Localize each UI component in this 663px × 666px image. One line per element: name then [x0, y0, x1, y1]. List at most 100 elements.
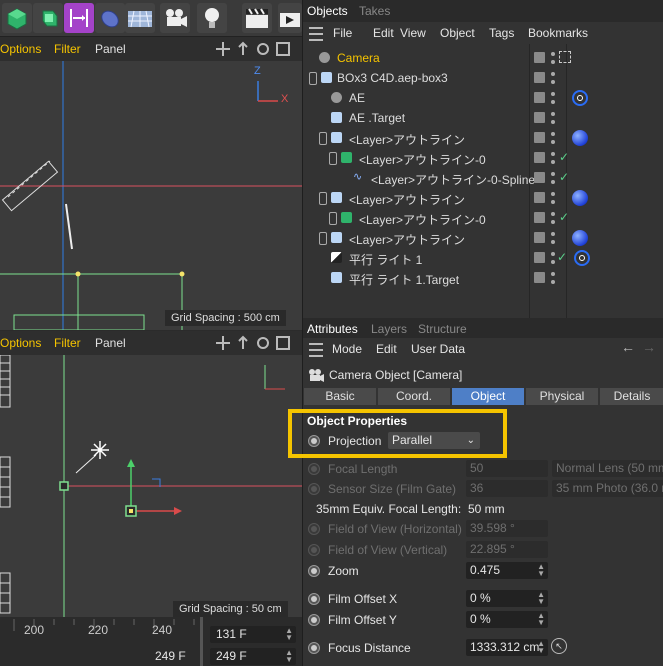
- animate-radio-icon[interactable]: [308, 642, 320, 654]
- sensor-preset-dropdown[interactable]: 35 mm Photo (36.0 m: [552, 480, 663, 497]
- stepper-icon[interactable]: ▲ ▼: [537, 563, 545, 578]
- floor-icon[interactable]: [125, 3, 155, 33]
- expand-toggle-icon[interactable]: [309, 72, 317, 85]
- layer-check-icon[interactable]: [534, 152, 545, 163]
- viewport-menu-panel[interactable]: Panel: [95, 336, 126, 350]
- visibility-dots-icon[interactable]: [551, 210, 555, 226]
- object-row-layer-outline-0-spline[interactable]: ∿ <Layer>アウトライン-0-Spline ✓: [303, 168, 663, 188]
- layer-check-icon[interactable]: [534, 212, 545, 223]
- visibility-dots-icon[interactable]: [551, 190, 555, 206]
- sensor-size-field[interactable]: 36: [466, 480, 548, 497]
- render-view-icon[interactable]: [278, 3, 302, 33]
- stepper-icon[interactable]: ▲ ▼: [537, 640, 545, 655]
- menu-tags[interactable]: Tags: [489, 26, 514, 40]
- animate-radio-icon[interactable]: [308, 483, 320, 495]
- stepper-icon[interactable]: ▲ ▼: [285, 627, 293, 642]
- visibility-dots-icon[interactable]: [551, 230, 555, 246]
- array-tool-icon[interactable]: [33, 3, 63, 33]
- prop-tab-physical[interactable]: Physical: [526, 388, 598, 405]
- object-row-layer-outline-0[interactable]: <Layer>アウトライン-0 ✓: [303, 148, 663, 168]
- viewport-top[interactable]: Options Filter Panel Z X Grid Spacing : …: [0, 37, 302, 330]
- cube-tool-icon[interactable]: [2, 3, 32, 33]
- animate-radio-icon[interactable]: [308, 523, 320, 535]
- check-mark-icon[interactable]: ✓: [557, 250, 567, 264]
- visibility-dots-icon[interactable]: [551, 170, 555, 186]
- focus-distance-field[interactable]: 1333.312 cm ▲ ▼: [466, 639, 548, 656]
- object-row-camera[interactable]: Camera: [303, 48, 663, 68]
- spline-pen-icon[interactable]: [64, 3, 94, 33]
- menu-edit[interactable]: Edit: [376, 342, 397, 356]
- object-row-box3[interactable]: BOx3 C4D.aep-box3: [303, 68, 663, 88]
- check-mark-icon[interactable]: ✓: [559, 170, 569, 184]
- viewport-nav-icons[interactable]: [215, 335, 295, 351]
- menu-mode[interactable]: Mode: [332, 342, 362, 356]
- animate-radio-icon[interactable]: [308, 565, 320, 577]
- target-ring-tag-icon[interactable]: [572, 90, 588, 106]
- camera-tool-icon[interactable]: [160, 3, 190, 33]
- animate-radio-icon[interactable]: [308, 463, 320, 475]
- expand-toggle-icon[interactable]: [329, 212, 337, 225]
- object-row-layer-outline[interactable]: <Layer>アウトライン: [303, 188, 663, 208]
- film-offset-x-field[interactable]: 0 % ▲ ▼: [466, 590, 548, 607]
- viewport-bottom[interactable]: Options Filter Panel Grid Spacing : 50 c…: [0, 331, 302, 617]
- tab-objects[interactable]: Objects: [307, 4, 348, 18]
- end-frame-field[interactable]: 249 F ▲ ▼: [210, 648, 296, 665]
- menu-edit[interactable]: Edit: [373, 26, 394, 40]
- viewport-menu-options[interactable]: Options: [0, 42, 41, 56]
- layer-check-icon[interactable]: [534, 272, 545, 283]
- expand-toggle-icon[interactable]: [329, 152, 337, 165]
- deformer-icon[interactable]: [95, 3, 125, 33]
- layer-check-icon[interactable]: [534, 52, 545, 63]
- light-bulb-icon[interactable]: [197, 3, 227, 33]
- menu-bookmarks[interactable]: Bookmarks: [528, 26, 588, 40]
- target-tag-icon[interactable]: [559, 51, 571, 63]
- render-clapper-icon[interactable]: [242, 3, 272, 33]
- object-row-light-target[interactable]: 平行 ライト 1.Target: [303, 268, 663, 288]
- menu-file[interactable]: File: [333, 26, 352, 40]
- fov-horizontal-field[interactable]: 39.598 °: [466, 520, 548, 537]
- object-row-light[interactable]: 平行 ライト 1 ✓: [303, 248, 663, 268]
- animate-radio-icon[interactable]: [308, 614, 320, 626]
- viewport-menu-filter[interactable]: Filter: [54, 336, 81, 350]
- forward-arrow-icon[interactable]: →: [642, 339, 656, 355]
- prop-tab-coord[interactable]: Coord.: [378, 388, 450, 405]
- viewport-nav-icons[interactable]: [215, 41, 295, 57]
- layer-check-icon[interactable]: [534, 112, 545, 123]
- lens-preset-dropdown[interactable]: Normal Lens (50 mm: [552, 460, 663, 477]
- layer-check-icon[interactable]: [534, 252, 545, 263]
- tab-takes[interactable]: Takes: [359, 4, 390, 18]
- expand-toggle-icon[interactable]: [319, 192, 327, 205]
- stepper-icon[interactable]: ▲ ▼: [537, 612, 545, 627]
- viewport-menu-options[interactable]: Options: [0, 336, 41, 350]
- object-row-ae-target[interactable]: AE .Target: [303, 108, 663, 128]
- visibility-dots-icon[interactable]: [551, 70, 555, 86]
- menu-user-data[interactable]: User Data: [411, 342, 465, 356]
- prop-tab-details[interactable]: Details: [600, 388, 663, 405]
- layer-check-icon[interactable]: [534, 132, 545, 143]
- object-row-layer-outline-0[interactable]: <Layer>アウトライン-0 ✓: [303, 208, 663, 228]
- visibility-dots-icon[interactable]: [551, 250, 555, 266]
- back-arrow-icon[interactable]: ←: [621, 339, 635, 355]
- start-frame-field[interactable]: 131 F ▲ ▼: [210, 626, 296, 643]
- prop-tab-object[interactable]: Object: [452, 388, 524, 405]
- animate-radio-icon[interactable]: [308, 544, 320, 556]
- target-ring-tag-icon[interactable]: [574, 250, 590, 266]
- prop-tab-basic[interactable]: Basic: [304, 388, 376, 405]
- hamburger-menu-icon[interactable]: [309, 343, 323, 357]
- fov-vertical-field[interactable]: 22.895 °: [466, 541, 548, 558]
- visibility-dots-icon[interactable]: [551, 110, 555, 126]
- layer-check-icon[interactable]: [534, 172, 545, 183]
- layer-check-icon[interactable]: [534, 72, 545, 83]
- expand-toggle-icon[interactable]: [319, 232, 327, 245]
- material-sphere-icon[interactable]: [572, 190, 588, 206]
- object-row-layer-outline[interactable]: <Layer>アウトライン: [303, 128, 663, 148]
- focal-length-field[interactable]: 50: [466, 460, 548, 477]
- material-sphere-icon[interactable]: [572, 230, 588, 246]
- visibility-dots-icon[interactable]: [551, 50, 555, 66]
- tab-structure[interactable]: Structure: [418, 322, 467, 336]
- pick-cursor-icon[interactable]: ↖: [551, 638, 567, 654]
- viewport-menu-filter[interactable]: Filter: [54, 42, 81, 56]
- visibility-dots-icon[interactable]: [551, 130, 555, 146]
- stepper-icon[interactable]: ▲ ▼: [537, 591, 545, 606]
- check-mark-icon[interactable]: ✓: [559, 210, 569, 224]
